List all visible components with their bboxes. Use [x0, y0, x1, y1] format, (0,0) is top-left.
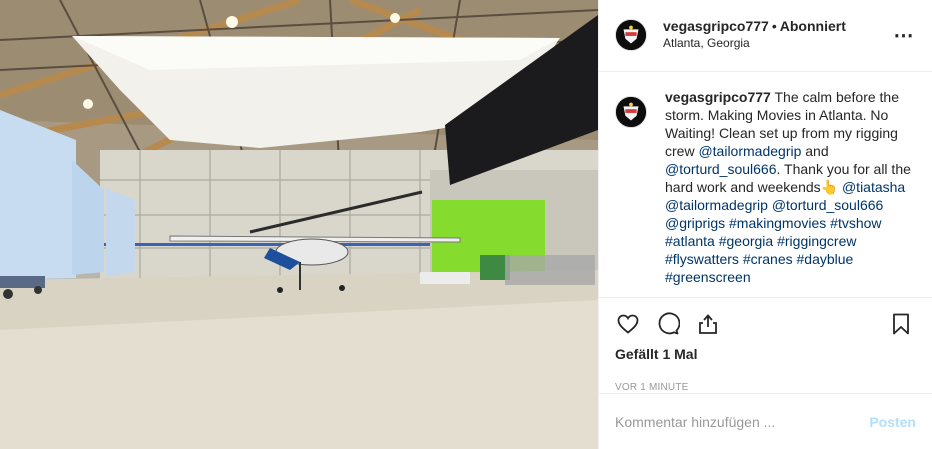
hashtag-link[interactable]: #greenscreen — [665, 269, 751, 285]
more-horizontal-icon[interactable]: ⋯ — [892, 23, 916, 47]
hashtag-link[interactable]: #dayblue — [797, 251, 854, 267]
follow-status[interactable]: Abonniert — [780, 18, 846, 34]
post-photo[interactable] — [0, 0, 598, 449]
caption-username[interactable]: vegasgripco777 — [665, 89, 771, 105]
hashtag-link[interactable]: #tvshow — [830, 215, 881, 231]
header-text: vegasgripco777 • Abonniert Atlanta, Georgi… — [663, 18, 892, 52]
caption-text-part: and — [801, 142, 829, 159]
post-timestamp[interactable]: VOR 1 MINUTE — [599, 382, 932, 393]
mention-link[interactable]: @tailormadegrip — [698, 143, 801, 159]
avatar[interactable] — [615, 19, 647, 52]
post-header: vegasgripco777 • Abonniert Atlanta, Georgi… — [599, 0, 932, 72]
comment-input[interactable] — [615, 413, 870, 430]
location-link[interactable]: Atlanta, Georgia — [663, 35, 892, 52]
mention-link[interactable]: @torturd_soul666 — [665, 161, 777, 177]
hashtag-link[interactable]: #georgia — [719, 233, 774, 249]
vegas-sign-avatar-icon — [616, 20, 646, 51]
hashtag-link[interactable]: #riggingcrew — [777, 233, 856, 249]
mention-link[interactable]: @griprigs — [665, 215, 725, 231]
hashtag-link[interactable]: #makingmovies — [729, 215, 826, 231]
vegas-sign-avatar-icon — [616, 96, 646, 127]
caption-text: vegasgripco777 The calm before the storm… — [665, 88, 915, 297]
mention-link[interactable]: @torturd_soul666 — [772, 197, 884, 213]
comment-icon[interactable] — [655, 311, 681, 337]
mention-link[interactable]: @tailormadegrip — [665, 197, 768, 213]
header-username[interactable]: vegasgripco777 — [663, 18, 769, 34]
hashtag-link[interactable]: #atlanta — [665, 233, 715, 249]
hashtag-link[interactable]: #flyswatters — [665, 251, 739, 267]
share-icon[interactable] — [695, 311, 721, 337]
mention-link[interactable]: @tiatasha — [842, 179, 905, 195]
likes-count[interactable]: Gefällt 1 Mal — [615, 346, 916, 362]
caption-area: vegasgripco777 The calm before the storm… — [599, 72, 932, 297]
action-bar: Gefällt 1 Mal — [599, 296, 932, 369]
heart-icon[interactable] — [615, 311, 641, 337]
caption-avatar[interactable] — [615, 95, 647, 128]
post-side-panel: vegasgripco777 • Abonniert Atlanta, Georgi… — [598, 0, 932, 449]
hangar-scene-image — [0, 0, 598, 449]
hashtag-link[interactable]: #cranes — [743, 251, 793, 267]
add-comment-bar: Posten — [599, 393, 932, 449]
instagram-post: vegasgripco777 • Abonniert Atlanta, Georgi… — [0, 0, 932, 449]
action-icons — [615, 306, 916, 342]
bookmark-icon[interactable] — [888, 311, 914, 337]
header-separator: • — [771, 18, 777, 35]
post-comment-button[interactable]: Posten — [869, 414, 916, 430]
